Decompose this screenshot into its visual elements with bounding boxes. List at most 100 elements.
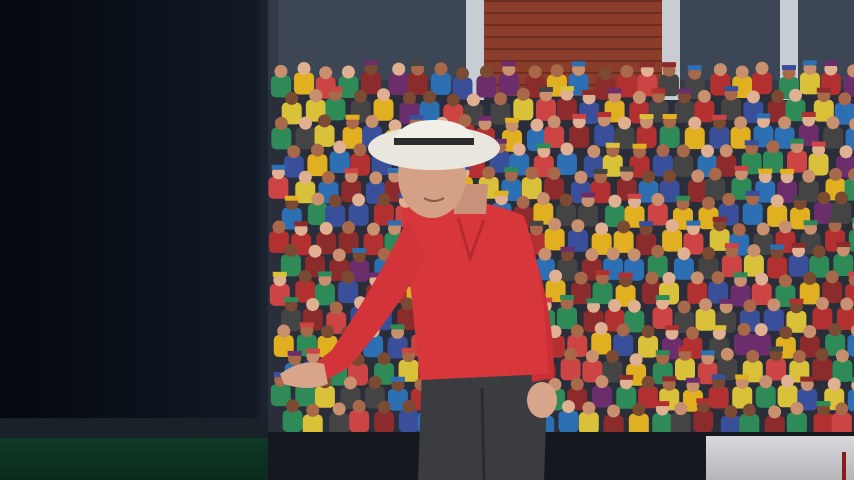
sightscreen (0, 0, 268, 418)
spectator-cap (823, 60, 838, 66)
spectator-head (812, 245, 826, 259)
spectator-head (274, 64, 288, 78)
spectator-cap (328, 86, 343, 92)
spectator-head (582, 401, 596, 415)
spectator-cap (675, 195, 690, 201)
spectator-head (743, 299, 757, 313)
spectator-head (297, 61, 311, 75)
spectator (674, 358, 695, 381)
spectator-head (742, 403, 756, 417)
spectator-cap (803, 220, 818, 226)
spectator-head (826, 116, 840, 130)
spectator-cap (744, 140, 759, 146)
spectator-cap (655, 350, 670, 356)
spectator-head (735, 65, 749, 79)
spectator (739, 413, 760, 432)
spectator-head (598, 67, 612, 81)
spectator (603, 414, 624, 432)
spectator-cap (651, 88, 666, 94)
spectator-head (594, 321, 608, 335)
spectator-head (651, 193, 665, 207)
spectator (569, 125, 590, 148)
spectator-head (629, 353, 643, 367)
spectator-cap (618, 272, 633, 278)
spectator-cap (696, 398, 711, 404)
spectator (616, 386, 637, 409)
spectator-cap (605, 142, 620, 148)
spectator-cap (724, 86, 739, 92)
spectator-head (608, 194, 622, 208)
spectator-cap (712, 325, 727, 331)
spectator-cap (662, 376, 677, 382)
spectator-head (834, 191, 848, 205)
spectator-head (354, 89, 368, 103)
spectator-head (455, 67, 469, 81)
spectator-head (778, 116, 792, 130)
spectator-head (815, 348, 829, 362)
spectator-head (691, 169, 705, 183)
spectator-cap (655, 295, 670, 301)
spectator-head (838, 92, 852, 106)
spectator-head (815, 297, 829, 311)
spectator-head (309, 89, 323, 103)
spectator (670, 412, 691, 432)
spectator-head (779, 326, 793, 340)
spectator-head (677, 247, 691, 261)
spectator-cap (836, 242, 851, 248)
spectator (430, 72, 451, 95)
spectator-cap (733, 272, 748, 278)
spectator-cap (734, 165, 749, 171)
spectator-cap (632, 143, 647, 149)
spectator-cap (586, 298, 601, 304)
spectator-head (677, 300, 691, 314)
spectator (693, 410, 714, 432)
spectator-cap (769, 346, 784, 352)
spectator-head (434, 62, 448, 76)
spectator-head (645, 271, 659, 285)
spectator-head (608, 299, 622, 313)
spectator-head (402, 91, 416, 105)
spectator (388, 73, 409, 96)
spectator-head (627, 248, 641, 262)
spectator-cap (501, 61, 516, 67)
spectator-head (829, 167, 843, 181)
spectator-head (746, 90, 760, 104)
spectator-head (835, 349, 849, 363)
spectator-head (616, 323, 630, 337)
spectator-head (734, 116, 748, 130)
spectator-head (803, 325, 817, 339)
spectator (498, 73, 519, 96)
spectator-head (713, 63, 727, 77)
spectator-cap (848, 271, 854, 277)
spectator-cap (790, 138, 805, 144)
spectator-head (595, 222, 609, 236)
spectator-head (835, 402, 849, 416)
spectator (812, 307, 833, 330)
spectator-head (754, 323, 768, 337)
spectator-cap (712, 114, 727, 120)
spectator-head (377, 88, 391, 102)
spectator-cap (758, 168, 773, 174)
spectator-head (781, 374, 795, 388)
spectator-cap (559, 86, 574, 92)
spectator-cap (364, 60, 379, 66)
spectator-cap (780, 168, 795, 174)
spectator-head (341, 65, 355, 79)
spectator-head (697, 89, 711, 103)
spectator-cap (793, 195, 808, 201)
spectator-cap (627, 193, 642, 199)
spectator-head (708, 167, 722, 181)
spectator-cap (639, 114, 654, 120)
umpire-left-hand (280, 362, 328, 388)
spectator-head (585, 349, 599, 363)
spectator-cap (801, 112, 816, 118)
spectator (812, 358, 833, 381)
spectator (831, 412, 852, 432)
spectator (742, 202, 763, 225)
spectator-head (605, 350, 619, 364)
spectator-head (690, 271, 704, 285)
spectator-cap (607, 88, 622, 94)
spectator-head (656, 144, 670, 158)
spectator-head (803, 271, 817, 285)
spectator-head (792, 349, 806, 363)
